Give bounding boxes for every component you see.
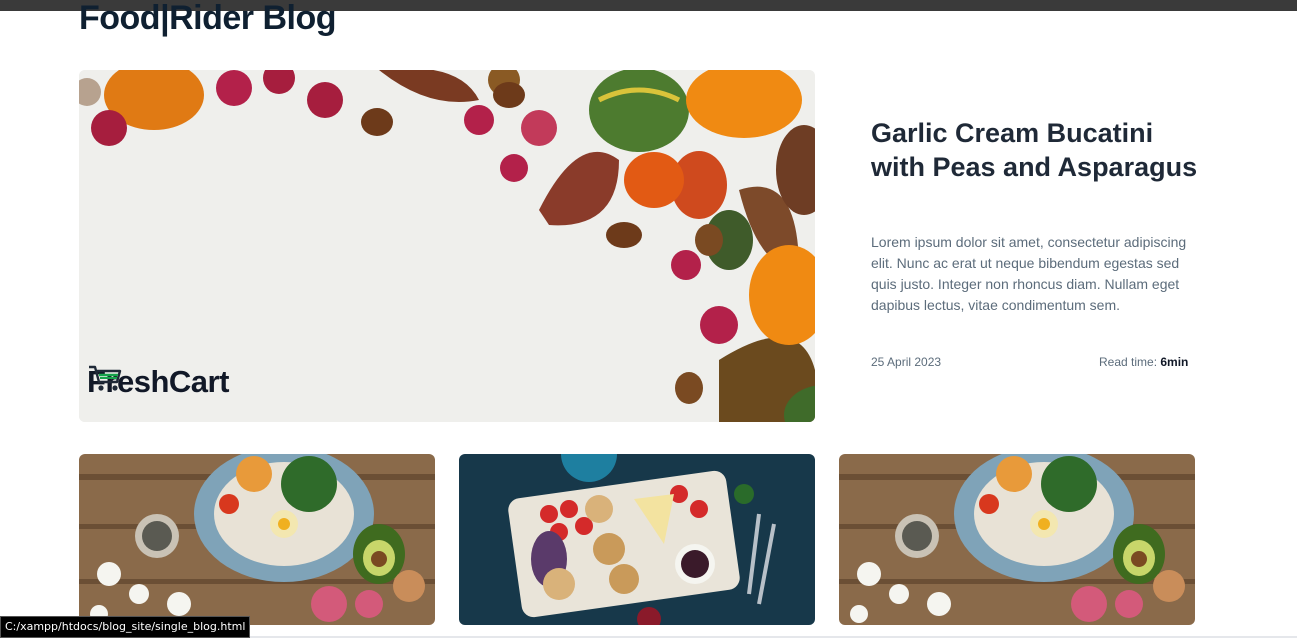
featured-post-excerpt: Lorem ipsum dolor sit amet, consectetur … [871,234,1187,313]
blog-card-image[interactable] [459,454,815,625]
page-title: Food|Rider Blog [79,0,336,37]
cheese-board-image [459,454,815,625]
featured-post-title[interactable]: Garlic Cream Bucatini with Peas and Aspa… [871,116,1201,184]
freshcart-logo: FreshCart [87,364,229,400]
featured-post-image[interactable]: FreshCart [79,70,815,422]
read-time-label: Read time: [1099,355,1158,369]
blog-card-image[interactable] [839,454,1195,625]
salad-bowl-image [79,454,435,625]
blog-card-image[interactable] [79,454,435,625]
salad-bowl-image [839,454,1195,625]
link-status-tooltip: C:/xampp/htdocs/blog_site/single_blog.ht… [0,616,251,638]
read-time-value: 6min [1160,355,1189,369]
featured-post-date: 25 April 2023 [871,355,942,369]
featured-post-read-time: Read time: 6min [1099,355,1188,369]
shopping-cart-icon [89,365,122,391]
